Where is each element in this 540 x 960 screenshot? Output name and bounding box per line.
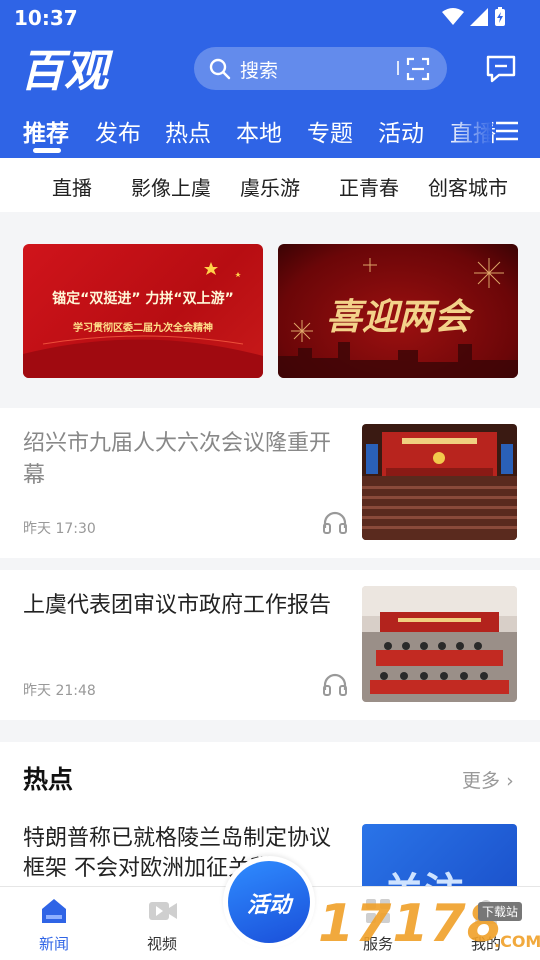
subnav-item[interactable]: 创客城市 (428, 172, 508, 201)
watermark-digits: 17178 (318, 894, 504, 954)
news-title: 绍兴市九届人大六次会议隆重开幕 (23, 431, 332, 488)
active-tab-indicator (33, 148, 61, 153)
app-logo: 百观 (20, 46, 114, 96)
banner-title: 喜迎两会 (325, 296, 470, 338)
watermark-logo: 17178 下载站 .COM (318, 894, 540, 960)
more-link[interactable]: 更多 › (462, 766, 514, 793)
news-time: 昨天 17:30 (23, 521, 96, 537)
news-title: 上虞代表团审议市政府工作报告 (23, 593, 332, 618)
tab-activity[interactable]: 活动 (378, 114, 424, 148)
status-icons (442, 7, 506, 27)
more-label: 更多 (462, 770, 501, 792)
svg-text:百观: 百观 (20, 46, 114, 96)
search-divider (397, 61, 399, 75)
news-icon (42, 899, 66, 923)
news-item[interactable]: 绍兴市九届人大六次会议隆重开幕 昨天 17:30 (0, 408, 540, 558)
headphone-icon[interactable] (322, 510, 348, 534)
subnav-item[interactable]: 直播 (52, 172, 92, 201)
sub-channel-nav: 直播 影像上虞 虞乐游 正青春 创客城市 (0, 158, 540, 212)
section-title: 热点 (23, 765, 74, 794)
tab-fade (448, 110, 492, 154)
nav-video[interactable]: 视频 (122, 887, 202, 960)
tab-hot[interactable]: 热点 (165, 114, 211, 148)
search-placeholder: 搜索 (240, 60, 279, 82)
banner-decoration (23, 262, 263, 378)
activity-icon: 活动 (228, 861, 310, 943)
nav-label: 新闻 (38, 935, 69, 953)
banner-subtitle: 学习贯彻区委二届九次全会精神 (73, 323, 213, 334)
search-bar[interactable]: 搜索 (194, 47, 447, 90)
banner-double-advance[interactable]: 锚定“双挺进” 力拼“双上游” 学习贯彻区委二届九次全会精神 (23, 244, 263, 378)
menu-icon[interactable] (495, 120, 519, 142)
banner-title: 锚定“双挺进” 力拼“双上游” (52, 291, 234, 307)
news-item[interactable]: 上虞代表团审议市政府工作报告 昨天 21:48 (0, 570, 540, 720)
news-thumbnail (362, 424, 517, 540)
status-bar: 10:37 (0, 0, 540, 36)
chevron-right-icon: › (506, 770, 514, 792)
status-time: 10:37 (14, 6, 78, 30)
scan-icon[interactable] (406, 57, 430, 81)
news-thumbnail (362, 586, 517, 702)
news-thumbnail: 关注 (362, 824, 517, 892)
subnav-item[interactable]: 影像上虞 (131, 172, 211, 201)
nav-news[interactable]: 新闻 (14, 887, 94, 960)
signal-icon (470, 8, 488, 26)
hot-section-header: 热点 更多 › (0, 742, 540, 802)
tab-recommend[interactable]: 推荐 (23, 114, 69, 148)
tab-local[interactable]: 本地 (236, 114, 282, 148)
subnav-item[interactable]: 正青春 (339, 172, 399, 201)
nav-label: 视频 (146, 935, 177, 953)
message-icon[interactable] (485, 54, 517, 84)
video-icon (149, 902, 177, 920)
watermark-tag: 下载站 (478, 902, 523, 921)
nav-activity-button[interactable]: 活动 (223, 856, 315, 948)
tab-topic[interactable]: 专题 (307, 114, 353, 148)
search-icon (209, 58, 231, 80)
battery-icon (495, 7, 505, 26)
watermark-suffix: .COM (494, 932, 540, 951)
nav-label: 活动 (246, 893, 291, 918)
tab-publish[interactable]: 发布 (95, 114, 141, 148)
wifi-icon (442, 8, 464, 25)
subnav-item[interactable]: 虞乐游 (240, 172, 300, 201)
banner-two-sessions[interactable]: 喜迎两会 (278, 244, 518, 378)
headphone-icon[interactable] (322, 672, 348, 696)
news-time: 昨天 21:48 (23, 683, 96, 699)
